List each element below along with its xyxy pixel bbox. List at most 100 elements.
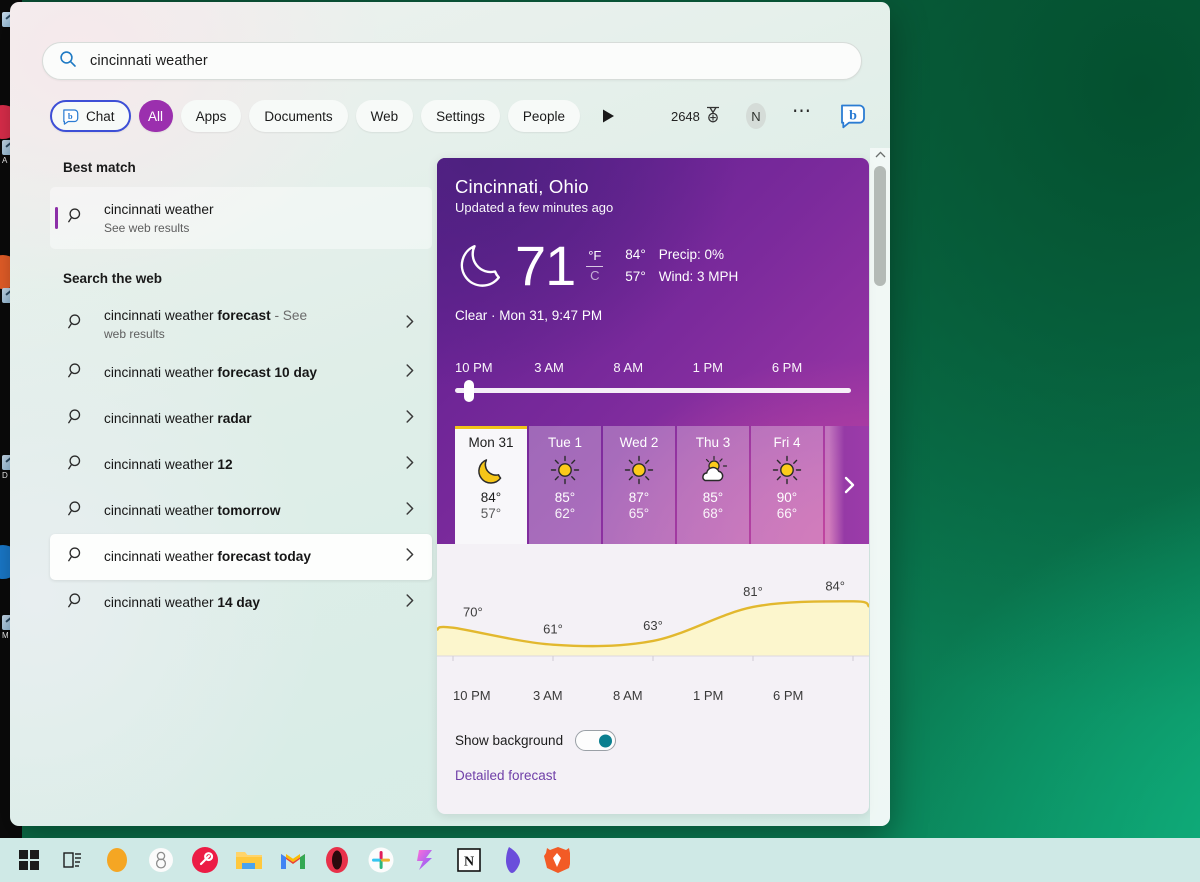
forecast-day-card[interactable]: Wed 2 87°65° — [603, 426, 675, 544]
start-icon[interactable] — [10, 841, 48, 879]
forecast-day-name: Wed 2 — [603, 435, 675, 450]
web-suggestion-item[interactable]: cincinnati weather forecast - Seeweb res… — [50, 298, 432, 350]
weather-high: 84° — [625, 244, 645, 266]
rewards-points-value: 2648 — [671, 109, 700, 124]
search-icon — [68, 454, 85, 476]
brave-icon[interactable] — [538, 841, 576, 879]
web-suggestion-title: cincinnati weather tomorrow — [104, 502, 406, 520]
chip-web-label: Web — [371, 109, 399, 124]
web-suggestion-title: cincinnati weather 12 — [104, 456, 406, 474]
avatar[interactable]: N — [746, 103, 766, 129]
search-icon — [68, 500, 85, 522]
search-icon — [68, 207, 85, 229]
weather-updated: Updated a few minutes ago — [455, 200, 851, 215]
avatar-initial: N — [751, 109, 760, 124]
scrollbar[interactable] — [870, 148, 890, 826]
search-input-value: cincinnati weather — [90, 53, 208, 69]
web-suggestion-item[interactable]: cincinnati weather 12 — [50, 442, 432, 488]
sun-icon — [603, 450, 675, 490]
weather-unit-c: C — [586, 269, 603, 284]
web-suggestion-item[interactable]: cincinnati weather radar — [50, 396, 432, 442]
chip-web[interactable]: Web — [356, 100, 414, 132]
sun-icon — [751, 450, 823, 490]
scrollbar-thumb[interactable] — [874, 166, 886, 286]
web-suggestion-text: cincinnati weather 12 — [104, 456, 406, 474]
forecast-day-card[interactable]: Thu 385°68° — [677, 426, 749, 544]
timeline-label: 8 AM — [613, 360, 692, 375]
weather-unit-f: °F — [586, 249, 603, 264]
forecast-day-high: 90° — [751, 490, 823, 505]
weather-condition-line: Clear · Mon 31, 9:47 PM — [455, 308, 851, 323]
web-suggestion-item[interactable]: cincinnati weather forecast today — [50, 534, 432, 580]
timeline-thumb[interactable] — [464, 380, 474, 402]
forecast-day-low: 65° — [603, 506, 675, 521]
chip-documents[interactable]: Documents — [249, 100, 347, 132]
chevron-right-icon[interactable] — [829, 426, 869, 544]
search-icon — [68, 408, 85, 430]
timeline-label: 6 PM — [772, 360, 851, 375]
web-suggestions: cincinnati weather forecast - Seeweb res… — [50, 298, 432, 626]
web-suggestion-title: cincinnati weather forecast today — [104, 548, 406, 566]
chip-chat[interactable]: b Chat — [50, 100, 131, 132]
forecast-day-high: 87° — [603, 490, 675, 505]
search-input[interactable]: cincinnati weather — [42, 42, 862, 80]
weather-footer: Show background Detailed forecast — [437, 712, 869, 783]
web-suggestion-item[interactable]: cincinnati weather 14 day — [50, 580, 432, 626]
chart-point-label: 84° — [825, 578, 845, 593]
chevron-right-icon — [406, 502, 414, 520]
web-suggestion-item[interactable]: cincinnati weather forecast 10 day — [50, 350, 432, 396]
search-icon — [68, 592, 85, 614]
forecast-day-card[interactable]: Tue 185°62° — [529, 426, 601, 544]
weather-hero: Cincinnati, Ohio Updated a few minutes a… — [437, 158, 869, 544]
timeline-labels: 10 PM 3 AM 8 AM 1 PM 6 PM — [455, 360, 851, 375]
orange-blob-icon[interactable] — [98, 841, 136, 879]
chip-settings[interactable]: Settings — [421, 100, 500, 132]
rewards-points[interactable]: 2648 — [671, 106, 721, 127]
scroll-up-icon[interactable] — [875, 151, 886, 160]
file-explorer-icon[interactable] — [230, 841, 268, 879]
slack-icon[interactable] — [362, 841, 400, 879]
chevron-right-icon — [406, 364, 414, 382]
detailed-forecast-link[interactable]: Detailed forecast — [455, 768, 851, 783]
filter-chip-row: b Chat All Apps Documents Web Settings P… — [50, 99, 868, 133]
weather-timeline[interactable]: 10 PM 3 AM 8 AM 1 PM 6 PM — [455, 360, 851, 393]
best-match-result[interactable]: cincinnati weather See web results — [50, 187, 432, 249]
forecast-day-card[interactable]: Mon 3184°57° — [455, 426, 527, 544]
gmail-icon[interactable] — [274, 841, 312, 879]
chart-svg: 70°61°63°81°84° — [437, 544, 869, 684]
violet-app-icon[interactable] — [494, 841, 532, 879]
chip-apps[interactable]: Apps — [181, 100, 242, 132]
opera-icon[interactable] — [318, 841, 356, 879]
forecast-day-card[interactable]: Fri 490°66° — [751, 426, 823, 544]
more-dots-icon[interactable]: ⋯ — [792, 107, 812, 125]
weather-current-temp: 71 — [515, 238, 575, 294]
chip-people[interactable]: People — [508, 100, 580, 132]
weather-unit-toggle[interactable]: °F C — [586, 249, 603, 284]
authy-icon[interactable] — [186, 841, 224, 879]
chart-point-label: 63° — [643, 618, 663, 633]
chip-apps-label: Apps — [196, 109, 227, 124]
weather-wind: Wind: 3 MPH — [659, 266, 739, 288]
desktop: A D M cincinnati weather b Chat All Apps… — [0, 0, 1200, 882]
show-background-toggle[interactable] — [575, 730, 616, 751]
search-icon — [68, 362, 85, 384]
forecast-day-low: 66° — [751, 506, 823, 521]
best-match-title: cincinnati weather — [104, 201, 432, 219]
forecast-day-high: 84° — [455, 490, 527, 505]
chip-people-label: People — [523, 109, 565, 124]
play-arrow-icon[interactable] — [602, 109, 615, 123]
chart-point-label: 61° — [543, 622, 563, 637]
bing-chat-icon[interactable]: b — [838, 101, 868, 131]
chart-point-label: 81° — [743, 584, 763, 599]
forecast-day-low: 62° — [529, 506, 601, 521]
task-view-icon[interactable] — [54, 841, 92, 879]
infinity-8-icon[interactable] — [142, 841, 180, 879]
web-suggestion-item[interactable]: cincinnati weather tomorrow — [50, 488, 432, 534]
notion-icon[interactable]: N — [450, 841, 488, 879]
timeline-track[interactable] — [455, 388, 851, 393]
chip-all[interactable]: All — [139, 100, 173, 132]
purple-app-icon[interactable] — [406, 841, 444, 879]
search-icon — [59, 50, 77, 73]
sun-cloud-icon — [677, 450, 749, 490]
temperature-chart: 70°61°63°81°84° 10 PM 3 AM 8 AM 1 PM 6 P… — [437, 544, 869, 712]
